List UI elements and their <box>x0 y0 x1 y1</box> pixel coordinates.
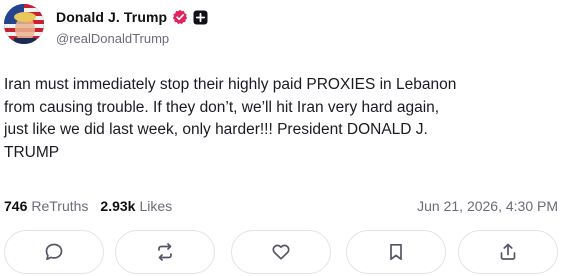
share-icon <box>498 242 518 262</box>
retruth-icon <box>155 242 175 262</box>
likes-label: Likes <box>139 198 173 214</box>
retruths-count: 746 <box>4 198 28 214</box>
post-stats: 746 ReTruths 2.93k Likes Jun 21, 2026, 4… <box>4 196 558 216</box>
plus-square-icon <box>193 10 208 25</box>
avatar-flag-portrait-icon <box>4 4 44 44</box>
verified-badge-icon <box>172 9 188 25</box>
author-avatar[interactable] <box>4 4 44 44</box>
retruth-button[interactable] <box>115 230 215 274</box>
likes-count: 2.93k <box>100 198 136 214</box>
author-handle[interactable]: @realDonaldTrump <box>56 31 169 46</box>
bookmark-button[interactable] <box>346 230 446 274</box>
bookmark-icon <box>386 242 406 262</box>
post-actions <box>0 230 562 276</box>
likes-stat[interactable]: 2.93k Likes <box>100 198 172 214</box>
author-name-row: Donald J. Trump <box>56 6 208 28</box>
author-display-name[interactable]: Donald J. Trump <box>56 9 167 25</box>
reply-button[interactable] <box>4 230 104 274</box>
retruths-stat[interactable]: 746 ReTruths <box>4 198 88 214</box>
comment-icon <box>44 242 64 262</box>
post-timestamp[interactable]: Jun 21, 2026, 4:30 PM <box>417 198 558 214</box>
like-button[interactable] <box>231 230 331 274</box>
retruths-label: ReTruths <box>31 198 89 214</box>
heart-icon <box>271 242 291 262</box>
truth-post: Donald J. Trump @realDonaldTrump Iran mu… <box>0 0 562 276</box>
share-button[interactable] <box>458 230 558 274</box>
post-text: Iran must immediately stop their highly … <box>4 76 457 161</box>
